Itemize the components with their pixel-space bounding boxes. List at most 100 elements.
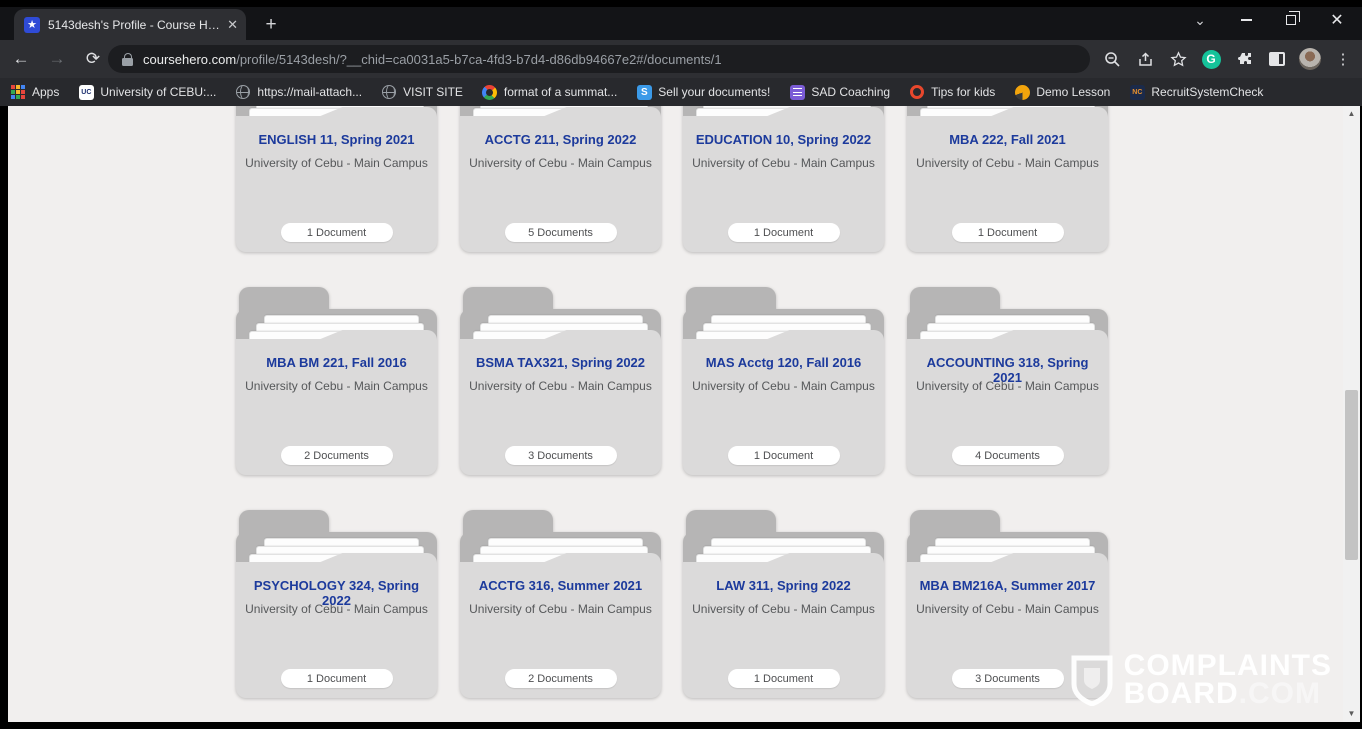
tab-close-icon[interactable]: ✕ [227, 17, 238, 33]
folder-title[interactable]: LAW 311, Spring 2022 [689, 578, 878, 593]
folder-school: University of Cebu - Main Campus [913, 602, 1102, 616]
bookmark-item[interactable]: Apps [10, 84, 59, 100]
reload-button[interactable]: ⟳ [78, 44, 108, 74]
forward-button[interactable]: → [42, 44, 72, 74]
new-tab-button[interactable]: + [258, 12, 284, 38]
bookmark-item[interactable]: Tips for kids [909, 84, 995, 100]
document-count-pill: 1 Document [952, 223, 1064, 242]
s-badge-icon: S [636, 84, 652, 100]
document-count-pill: 3 Documents [505, 446, 617, 465]
bookmark-label: VISIT SITE [403, 85, 463, 99]
folder-school: University of Cebu - Main Campus [242, 379, 431, 393]
restore-button[interactable] [1268, 0, 1314, 40]
document-count-pill: 1 Document [728, 446, 840, 465]
scrollbar-thumb[interactable] [1345, 390, 1358, 560]
minimize-button[interactable] [1223, 0, 1269, 40]
folder-title[interactable]: ACCTG 316, Summer 2021 [466, 578, 655, 593]
globe-icon [235, 84, 251, 100]
tab-search-chevron-icon[interactable]: ⌄ [1177, 0, 1223, 40]
document-count-pill: 2 Documents [281, 446, 393, 465]
document-count-pill: 4 Documents [952, 446, 1064, 465]
course-folder-card[interactable]: EDUCATION 10, Spring 2022University of C… [683, 106, 884, 252]
tab-strip: ★ 5143desh's Profile - Course Hero ✕ + ⌄… [0, 0, 1362, 40]
watermark-line2: BOARD.COM [1124, 680, 1332, 708]
globe-icon [381, 84, 397, 100]
folder-title[interactable]: ACCTG 211, Spring 2022 [466, 132, 655, 147]
bookmark-item[interactable]: VISIT SITE [381, 84, 463, 100]
scroll-down-arrow-icon[interactable]: ▼ [1343, 706, 1360, 722]
document-count-pill: 1 Document [728, 669, 840, 688]
bookmark-label: Apps [32, 85, 59, 99]
complaintsboard-watermark: COMPLAINTS BOARD.COM [1070, 652, 1332, 708]
profile-avatar[interactable] [1296, 45, 1324, 73]
course-folder-card[interactable]: MAS Acctg 120, Fall 2016University of Ce… [683, 287, 884, 475]
browser-menu-icon[interactable]: ⋮ [1329, 45, 1357, 73]
course-folder-card[interactable]: LAW 311, Spring 2022 University of Cebu -… [683, 510, 884, 698]
bookmark-item[interactable]: UC University of CEBU:... [78, 84, 216, 100]
lock-icon [122, 53, 133, 66]
bookmark-item[interactable]: Demo Lesson [1014, 84, 1110, 100]
bookmark-item[interactable]: S Sell your documents! [636, 84, 770, 100]
minimize-icon [1241, 19, 1252, 21]
folder-title[interactable]: ENGLISH 11, Spring 2021 [242, 132, 431, 147]
share-icon[interactable] [1131, 45, 1159, 73]
grammarly-extension-icon[interactable]: G [1197, 45, 1225, 73]
close-window-button[interactable]: ✕ [1314, 0, 1360, 40]
folder-title[interactable]: MBA 222, Fall 2021 [913, 132, 1102, 147]
course-folder-card[interactable]: ACCOUNTING 318, Spring 2021University of… [907, 287, 1108, 475]
zoom-icon[interactable] [1098, 45, 1126, 73]
document-count-pill: 1 Document [728, 223, 840, 242]
bookmark-item[interactable]: format of a summat... [482, 84, 617, 100]
scroll-up-arrow-icon[interactable]: ▲ [1343, 106, 1360, 122]
browser-window: ★ 5143desh's Profile - Course Hero ✕ + ⌄… [0, 0, 1362, 729]
bookmark-star-icon[interactable] [1164, 45, 1192, 73]
folder-school: University of Cebu - Main Campus [913, 379, 1102, 393]
nc-badge-icon: NC [1129, 84, 1145, 100]
back-button[interactable]: ← [6, 44, 36, 74]
document-count-pill: 1 Document [281, 669, 393, 688]
bookmark-label: Tips for kids [931, 85, 995, 99]
document-count-pill: 5 Documents [505, 223, 617, 242]
course-folder-card[interactable]: ACCTG 316, Summer 2021University of Cebu… [460, 510, 661, 698]
course-folder-card[interactable]: MBA BM 221, Fall 2016 University of Cebu … [236, 287, 437, 475]
folder-title[interactable]: MAS Acctg 120, Fall 2016 [689, 355, 878, 370]
course-folder-card[interactable]: PSYCHOLOGY 324, Spring 2022University of… [236, 510, 437, 698]
page-content: ENGLISH 11, Spring 2021 University of Ceb… [8, 106, 1360, 722]
coursehero-favicon-star-icon: ★ [24, 17, 40, 33]
folder-title[interactable]: MBA BM216A, Summer 2017 [913, 578, 1102, 593]
folder-title[interactable]: MBA BM 221, Fall 2016 [242, 355, 431, 370]
bookmark-item[interactable]: SAD Coaching [789, 84, 890, 100]
tab-title: 5143desh's Profile - Course Hero [48, 18, 221, 32]
toolbar-right-icons: G ⋮ [1098, 40, 1362, 78]
folder-school: University of Cebu - Main Campus [913, 156, 1102, 170]
bookmark-label: University of CEBU:... [100, 85, 216, 99]
course-folder-card[interactable]: ACCTG 211, Spring 2022University of Cebu… [460, 106, 661, 252]
bookmark-item[interactable]: NC RecruitSystemCheck [1129, 84, 1263, 100]
ring-icon [909, 84, 925, 100]
pie-icon [1014, 84, 1030, 100]
bookmark-label: RecruitSystemCheck [1151, 85, 1263, 99]
extensions-puzzle-icon[interactable] [1230, 45, 1258, 73]
bookmark-item[interactable]: https://mail-attach... [235, 84, 362, 100]
bookmark-label: format of a summat... [504, 85, 617, 99]
scrollbar[interactable]: ▲ ▼ [1343, 106, 1360, 722]
course-folder-card[interactable]: ENGLISH 11, Spring 2021University of Ceb… [236, 106, 437, 252]
side-panel-icon[interactable] [1263, 45, 1291, 73]
folder-school: University of Cebu - Main Campus [689, 602, 878, 616]
folder-title[interactable]: EDUCATION 10, Spring 2022 [689, 132, 878, 147]
url-domain: coursehero.com [143, 52, 236, 67]
url-path: /profile/5143desh/?__chid=ca0031a5-b7ca-… [236, 52, 721, 67]
uc-badge-icon: UC [78, 84, 94, 100]
bookmark-label: Demo Lesson [1036, 85, 1110, 99]
bookmark-label: Sell your documents! [658, 85, 770, 99]
document-count-pill: 1 Document [281, 223, 393, 242]
course-folder-card[interactable]: MBA 222, Fall 2021 University of Cebu - M… [907, 106, 1108, 252]
folder-title[interactable]: BSMA TAX321, Spring 2022 [466, 355, 655, 370]
folder-school: University of Cebu - Main Campus [466, 379, 655, 393]
course-folder-card[interactable]: BSMA TAX321, Spring 2022 University of Ce… [460, 287, 661, 475]
browser-tab[interactable]: ★ 5143desh's Profile - Course Hero ✕ [14, 9, 246, 40]
bookmark-label: https://mail-attach... [257, 85, 362, 99]
bookmarks-bar: Apps UC University of CEBU:... https://mail… [0, 78, 1362, 106]
address-bar[interactable]: coursehero.com/profile/5143desh/?__chid=… [108, 45, 1090, 73]
restore-icon [1286, 15, 1296, 25]
